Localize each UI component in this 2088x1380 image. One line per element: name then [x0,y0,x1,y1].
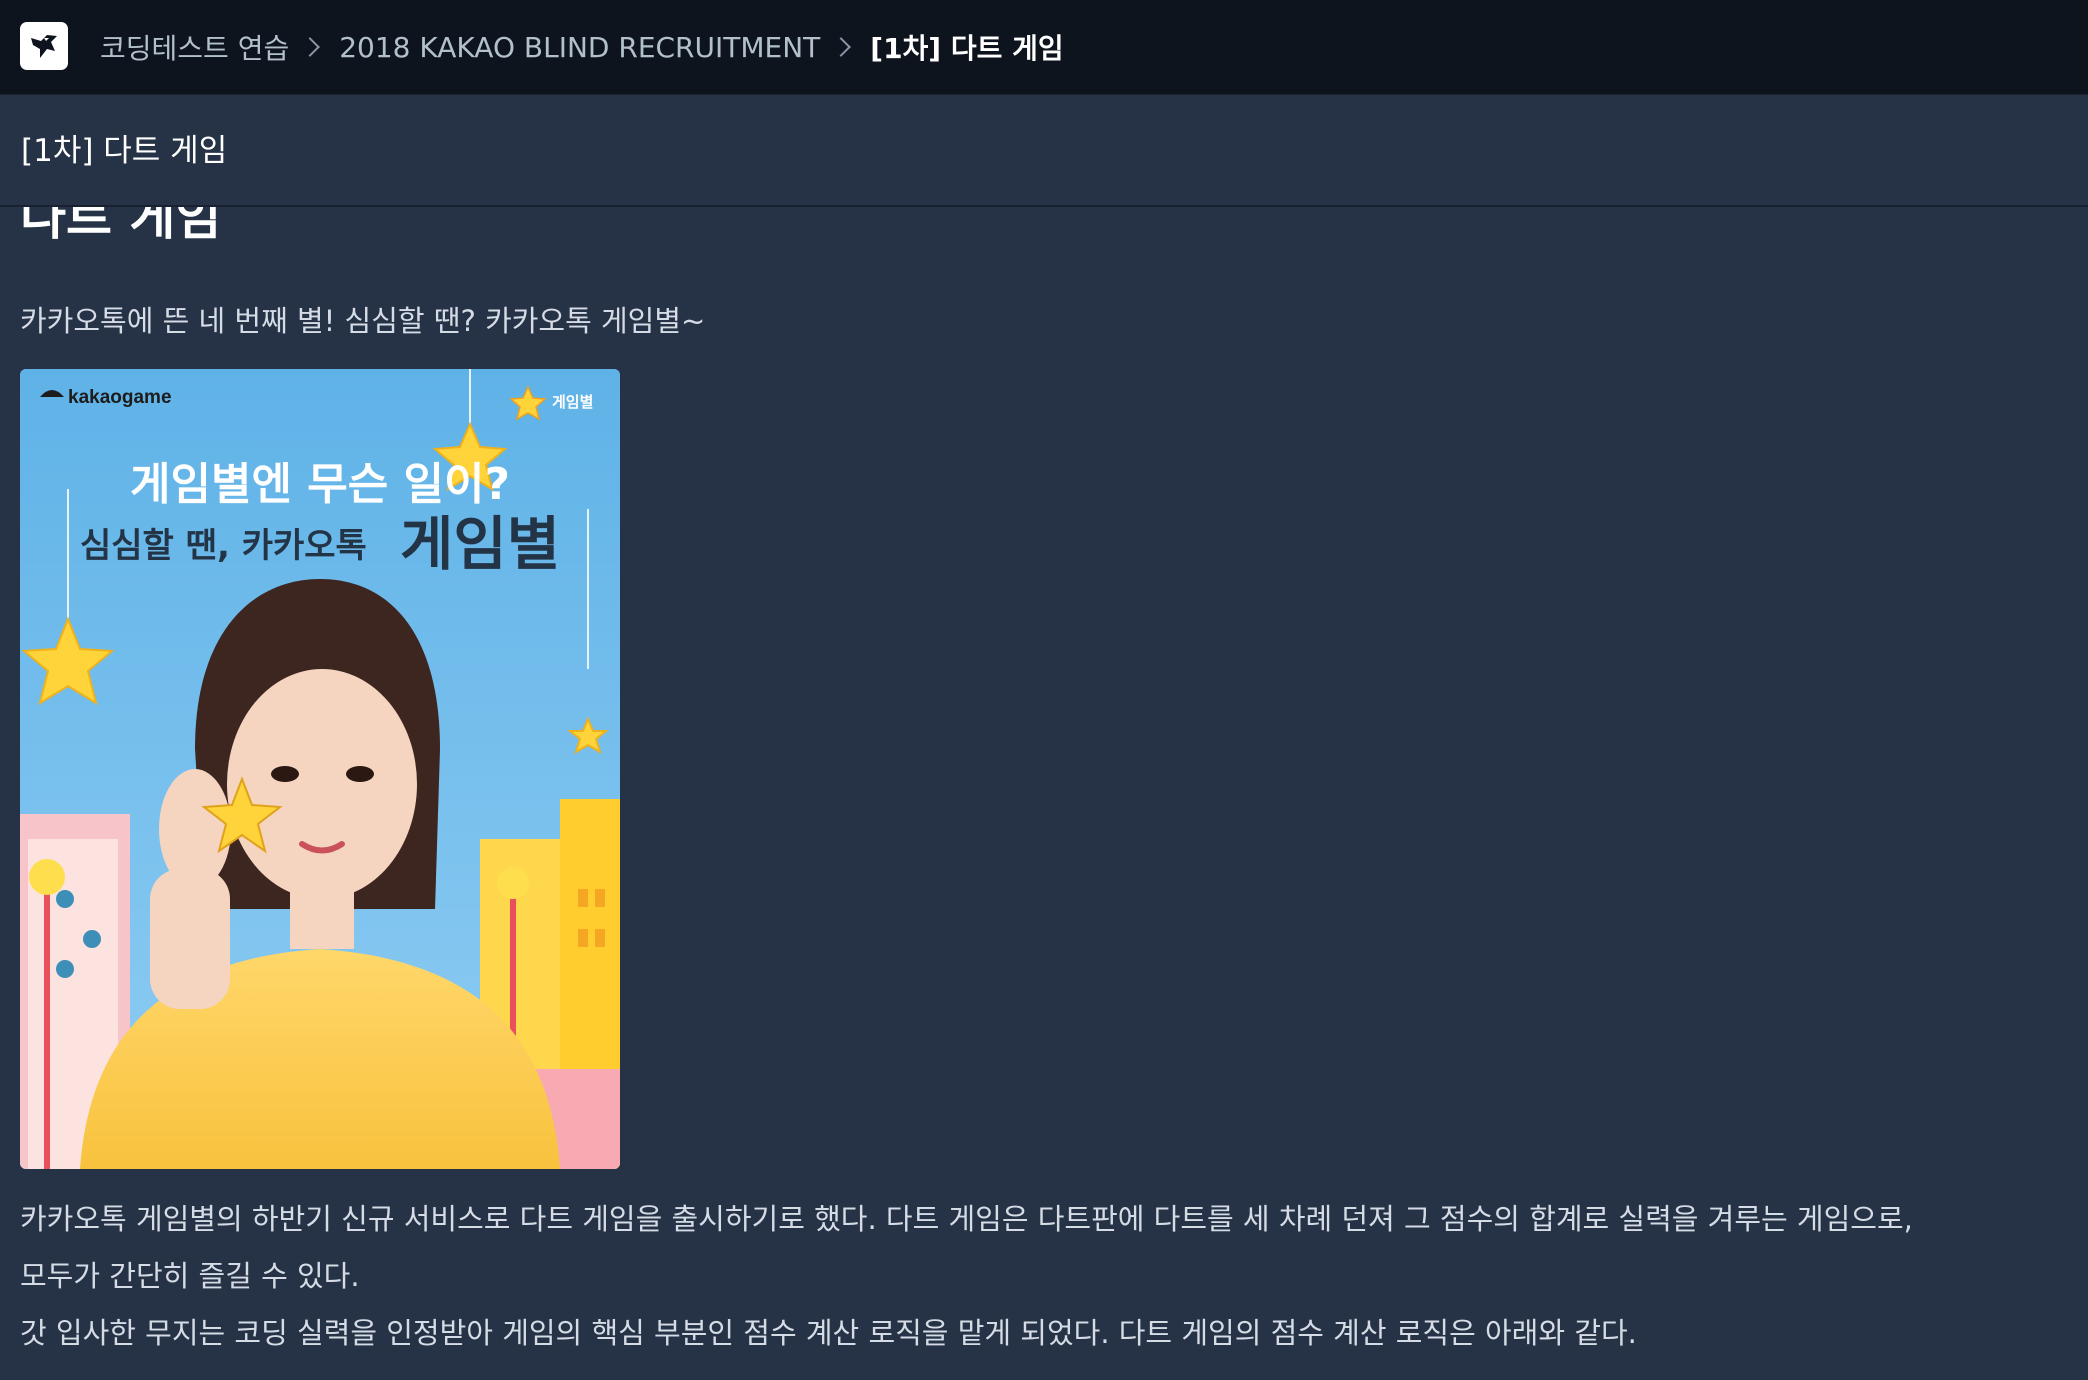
problem-header-title: [1차] 다트 게임 [21,133,228,169]
description-paragraph-3: 갓 입사한 무지는 코딩 실력을 인정받아 게임의 핵심 부분인 점수 계산 로… [20,1316,1637,1350]
problem-header: [1차] 다트 게임 [0,95,2088,207]
poster-subline-big: 게임별 [400,510,560,578]
kakaogame-poster-image: kakaogame 게임별 게임별엔 무슨 일이? 심심할 땐, 카카오톡 게임… [20,369,620,1169]
breadcrumb-kakao-blind-recruitment[interactable]: 2018 KAKAO BLIND RECRUITMENT [339,31,820,64]
breadcrumb-coding-test-practice[interactable]: 코딩테스트 연습 [100,27,289,67]
intro-text: 카카오톡에 뜬 네 번째 별! 심심할 땐? 카카오톡 게임별~ [20,304,706,338]
chevron-right-icon [831,37,852,57]
description-paragraph-2: 모두가 간단히 즐길 수 있다. [20,1259,360,1293]
poster-headline: 게임별엔 무슨 일이? [130,459,510,510]
top-navigation-bar: 코딩테스트 연습 2018 KAKAO BLIND RECRUITMENT [1… [0,0,2088,95]
poster-subline: 심심할 땐, 카카오톡 [80,526,367,566]
chevron-right-icon [300,37,321,57]
breadcrumb-current-problem: [1차] 다트 게임 [870,32,1064,65]
problem-description: 다트 게임 카카오톡에 뜬 네 번째 별! 심심할 땐? 카카오톡 게임별~ k… [0,206,2088,1380]
description-paragraph-1: 카카오톡 게임별의 하반기 신규 서비스로 다트 게임을 출시하기로 했다. 다… [20,1202,1913,1236]
programmers-logo-icon[interactable] [20,22,68,70]
poster-brand: kakaogame [68,387,172,408]
poster-badge: 게임별 [552,393,593,411]
problem-title: 다트 게임 [20,206,222,246]
breadcrumb: 코딩테스트 연습 2018 KAKAO BLIND RECRUITMENT [1… [100,0,1064,94]
